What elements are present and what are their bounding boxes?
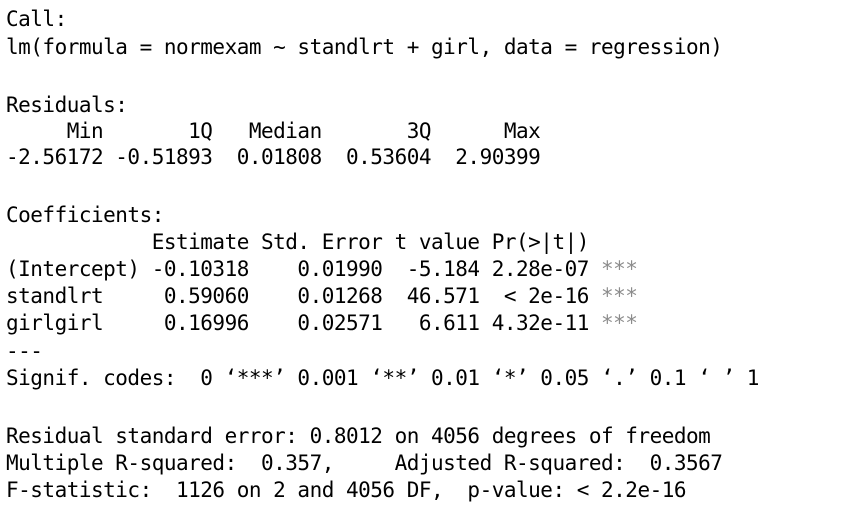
- coef-row-text: girlgirl 0.16996 0.02571 6.611 4.32e-11: [6, 311, 602, 335]
- residuals-header: Residuals:: [6, 93, 128, 117]
- residual-standard-error: Residual standard error: 0.8012 on 4056 …: [6, 424, 711, 448]
- r-console-output: Call: lm(formula = normexam ~ standlrt +…: [0, 0, 864, 514]
- coefficients-column-headers: Estimate Std. Error t value Pr(>|t|): [6, 230, 638, 254]
- separator: ---: [6, 339, 43, 363]
- residuals-labels: Min 1Q Median 3Q Max: [6, 119, 553, 143]
- f-statistic: F-statistic: 1126 on 2 and 4056 DF, p-va…: [6, 478, 687, 502]
- coefficient-row-standlrt: standlrt 0.59060 0.01268 46.571 < 2e-16 …: [6, 283, 638, 310]
- coefficients-header: Coefficients:: [6, 203, 164, 227]
- residuals-values: -2.56172 -0.51893 0.01808 0.53604 2.9039…: [6, 145, 553, 169]
- signif-codes: Signif. codes: 0 ‘***’ 0.001 ‘**’ 0.01 ‘…: [6, 366, 759, 390]
- call-header: Call:: [6, 7, 67, 31]
- signif-stars: ***: [601, 284, 638, 308]
- r-squared: Multiple R-squared: 0.357, Adjusted R-sq…: [6, 451, 735, 475]
- call-formula: lm(formula = normexam ~ standlrt + girl,…: [6, 35, 723, 59]
- signif-stars: ***: [601, 311, 638, 335]
- signif-stars: ***: [601, 257, 638, 281]
- coefficient-row-intercept: (Intercept) -0.10318 0.01990 -5.184 2.28…: [6, 256, 638, 283]
- coefficient-row-girlgirl: girlgirl 0.16996 0.02571 6.611 4.32e-11 …: [6, 310, 638, 337]
- coef-row-text: (Intercept) -0.10318 0.01990 -5.184 2.28…: [6, 257, 602, 281]
- coef-row-text: standlrt 0.59060 0.01268 46.571 < 2e-16: [6, 284, 602, 308]
